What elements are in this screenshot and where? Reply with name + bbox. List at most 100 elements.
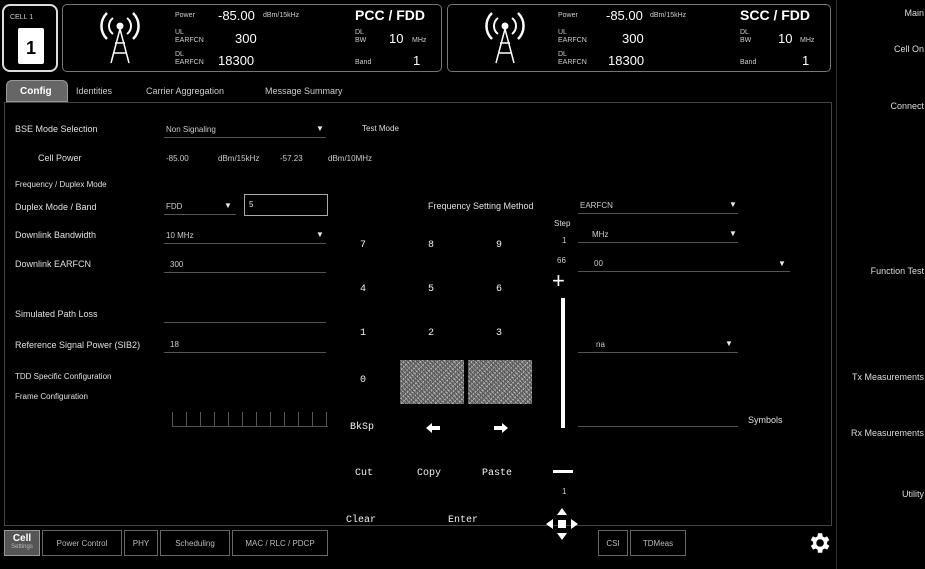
scc-panel[interactable]: Power -85.00 dBm/15kHz UL EARFCN 300 DL … — [447, 4, 831, 72]
sidebar-item-connect[interactable]: Connect — [834, 101, 924, 111]
tab-config[interactable]: Config — [6, 80, 68, 102]
chevron-down-icon: ▼ — [725, 339, 733, 348]
bottom-tab-cell-caption: Settings — [11, 544, 33, 550]
pcc-power-unit: dBm/15kHz — [263, 12, 300, 19]
bottom-tab-cell[interactable]: Cell Settings — [4, 530, 40, 556]
cell-number-label: 1 — [25, 38, 36, 58]
dl-bandwidth-underline — [164, 243, 326, 244]
cell-power-total-unit: dBm/10MHz — [328, 154, 373, 163]
pcc-bw-value: 10 — [389, 31, 404, 46]
gear-icon[interactable] — [806, 530, 832, 556]
paste-button[interactable]: Paste — [482, 468, 512, 479]
bottom-tab-mac[interactable]: MAC / RLC / PDCP — [232, 530, 328, 556]
symbols-label: Symbols — [748, 415, 783, 425]
key-0[interactable]: 0 — [360, 375, 366, 386]
pcc-bw-label: BW — [355, 37, 367, 44]
sidebar-item-function-test[interactable]: Function Test — [834, 266, 924, 276]
scc-ul-earfcn-label: EARFCN — [558, 37, 587, 44]
key-4[interactable]: 4 — [360, 284, 366, 295]
scc-power-unit: dBm/15kHz — [650, 12, 687, 19]
dl-bandwidth-select[interactable]: 10 MHz — [166, 231, 194, 240]
key-6[interactable]: 6 — [496, 284, 502, 295]
scc-ul-label: UL — [558, 29, 567, 36]
pcc-dl-earfcn: 18300 — [218, 53, 255, 68]
key-backspace[interactable]: BkSp — [350, 422, 374, 433]
ul-bandwidth-underline — [578, 242, 738, 243]
enter-button[interactable]: Enter — [448, 515, 478, 526]
scc-bw-unit: MHz — [800, 37, 815, 44]
key-1[interactable]: 1 — [360, 328, 366, 339]
key-decimal[interactable] — [400, 360, 464, 404]
bottom-tab-phy[interactable]: PHY — [124, 530, 158, 556]
step-slider-track[interactable] — [561, 298, 565, 428]
arrow-right-icon[interactable] — [492, 422, 510, 434]
freq-method-label: Frequency Setting Method — [428, 201, 534, 211]
key-2[interactable]: 2 — [428, 328, 434, 339]
ref-power-select-underline — [578, 352, 738, 353]
ref-power-select[interactable]: na — [596, 340, 605, 349]
sidebar-item-rx-measurements[interactable]: Rx Measurements — [844, 428, 924, 439]
key-5[interactable]: 5 — [428, 284, 434, 295]
chevron-down-icon: ▼ — [778, 259, 786, 268]
bottom-tab-csi[interactable]: CSI — [598, 530, 628, 556]
antenna-icon — [100, 12, 140, 64]
scc-power-value: -85.00 — [606, 8, 643, 23]
cell-power-input[interactable]: -85.00 — [166, 154, 189, 163]
ul-bandwidth-select[interactable]: MHz — [592, 230, 608, 239]
pcc-ul-earfcn-label: EARFCN — [175, 37, 204, 44]
clear-button[interactable]: Clear — [346, 515, 376, 526]
pcc-bw-unit: MHz — [412, 37, 427, 44]
tab-message-summary[interactable]: Message Summary — [265, 86, 343, 96]
freq-method-select[interactable]: EARFCN — [580, 201, 613, 210]
bottom-tab-scheduling[interactable]: Scheduling — [160, 530, 230, 556]
scc-power-label: Power — [558, 12, 578, 19]
key-8[interactable]: 8 — [428, 240, 434, 251]
key-sign[interactable] — [468, 360, 532, 404]
bse-mode-label: BSE Mode Selection — [15, 124, 98, 134]
plus-icon[interactable]: + — [552, 270, 565, 292]
ref-power-input[interactable]: 18 — [170, 340, 179, 349]
tab-carrier-aggregation[interactable]: Carrier Aggregation — [146, 86, 224, 96]
sidebar-item-tx-measurements[interactable]: Tx Measurements — [844, 372, 924, 383]
cut-button[interactable]: Cut — [355, 468, 373, 479]
pcc-band-value: 1 — [413, 53, 421, 68]
chevron-down-icon: ▼ — [729, 200, 737, 209]
step-bottom-value: 1 — [562, 487, 567, 496]
dl-earfcn-input[interactable]: 300 — [170, 260, 183, 269]
bottom-tab-power-control[interactable]: Power Control — [42, 530, 122, 556]
tdd-config-label: TDD Specific Configuration — [15, 372, 112, 381]
band-input[interactable]: 5 — [244, 194, 328, 216]
chevron-down-icon: ▼ — [316, 124, 324, 133]
tab-identities[interactable]: Identities — [76, 86, 112, 96]
special-subframe-field[interactable] — [578, 412, 738, 427]
cell-button[interactable]: CELL 1 1 — [2, 4, 58, 72]
bse-mode-select[interactable]: Non Signaling — [166, 125, 216, 134]
ul-earfcn-input[interactable]: 00 — [594, 259, 603, 268]
dl-bandwidth-label: Downlink Bandwidth — [15, 230, 97, 240]
duplex-underline — [164, 214, 236, 215]
key-3[interactable]: 3 — [496, 328, 502, 339]
scc-dl-earfcn: 18300 — [608, 53, 645, 68]
scc-ul-earfcn: 300 — [622, 31, 644, 46]
sidebar-item-utility[interactable]: Utility — [834, 489, 924, 499]
arrow-left-icon[interactable] — [424, 422, 442, 434]
step-top-value: 1 — [562, 236, 567, 245]
cell-power-unit: dBm/15kHz — [218, 154, 260, 163]
sidebar-item-cell-on[interactable]: Cell On — [834, 44, 924, 54]
copy-button[interactable]: Copy — [417, 468, 441, 479]
pcc-panel[interactable]: Power -85.00 dBm/15kHz UL EARFCN 300 DL … — [62, 4, 442, 72]
minus-icon[interactable] — [553, 470, 573, 473]
scc-title: SCC / FDD — [740, 7, 810, 23]
pcc-dl-label-2: DL — [355, 29, 364, 36]
key-9[interactable]: 9 — [496, 240, 502, 251]
sidebar-item-main[interactable]: Main — [834, 8, 924, 18]
pcc-dl-label: DL — [175, 51, 184, 58]
key-7[interactable]: 7 — [360, 240, 366, 251]
chevron-down-icon: ▼ — [224, 201, 232, 210]
duplex-mode-select[interactable]: FDD — [166, 202, 182, 211]
bottom-tab-tdmeas[interactable]: TDMeas — [630, 530, 686, 556]
move-icon[interactable] — [544, 506, 580, 542]
antenna-icon — [485, 12, 525, 64]
cell-caption: CELL 1 — [10, 14, 34, 21]
path-loss-underline — [164, 322, 326, 323]
